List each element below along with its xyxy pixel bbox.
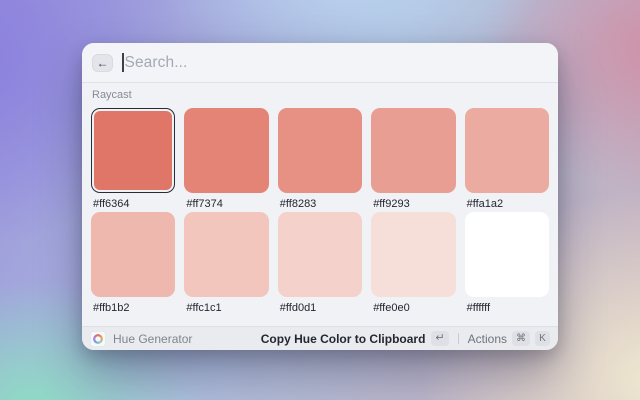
swatch-fill [278,212,362,297]
color-swatch[interactable] [184,212,268,297]
results-area: Raycast #ff6364 #ff7374 #ff8283 #ff9293 … [82,83,558,326]
swatch-fill [465,108,549,193]
color-swatch[interactable] [278,212,362,297]
primary-action-label: Copy Hue Color to Clipboard [261,332,426,346]
swatch-fill [94,111,172,190]
swatch-fill [184,108,268,193]
grid-cell: #ff7374 [184,108,268,212]
color-swatch[interactable] [465,212,549,297]
search-input[interactable]: Search... [122,43,548,82]
back-button[interactable]: ← [92,54,113,72]
back-arrow-icon: ← [97,56,109,70]
actions-label: Actions [468,332,507,346]
color-hex-label: #ffd0d1 [280,302,362,315]
swatch-fill [278,108,362,193]
action-bar: Hue Generator Copy Hue Color to Clipboar… [82,326,558,350]
color-hex-label: #ffb1b2 [93,302,175,315]
color-hex-label: #ff8283 [280,198,362,211]
footer-divider [458,333,459,344]
footer-actions: Copy Hue Color to Clipboard ↵ Actions ⌘ … [261,331,550,346]
grid-cell: #ffffff [465,212,549,316]
section-header: Raycast [92,89,549,102]
color-swatch[interactable] [278,108,362,193]
color-swatch[interactable] [91,212,175,297]
swatch-fill [371,212,455,297]
grid-cell: #ff6364 [91,108,175,212]
grid-cell: #ff9293 [371,108,455,212]
color-hex-label: #ffffff [467,302,549,315]
grid-cell: #ffd0d1 [278,212,362,316]
grid-cell: #ff8283 [278,108,362,212]
swatch-fill [465,212,549,297]
copy-hue-color-button[interactable]: Copy Hue Color to Clipboard ↵ [261,331,449,346]
grid-cell: #ffe0e0 [371,212,455,316]
search-placeholder: Search... [125,54,188,72]
color-swatch[interactable] [184,108,268,193]
swatch-fill [91,212,175,297]
text-cursor [122,53,124,72]
swatch-fill [184,212,268,297]
color-swatch[interactable] [371,108,455,193]
search-bar: ← Search... [82,43,558,83]
hue-generator-app-icon [90,331,106,347]
color-hex-label: #ff7374 [186,198,268,211]
color-swatch[interactable] [91,108,175,193]
color-hex-label: #ff6364 [93,198,175,211]
color-hex-label: #ffc1c1 [186,302,268,315]
actions-menu-button[interactable]: Actions ⌘ K [468,331,550,346]
grid-cell: #ffc1c1 [184,212,268,316]
color-swatch[interactable] [465,108,549,193]
color-hex-label: #ff9293 [373,198,455,211]
grid-cell: #ffa1a2 [465,108,549,212]
color-hex-label: #ffa1a2 [467,198,549,211]
color-hex-label: #ffe0e0 [373,302,455,315]
swatch-fill [371,108,455,193]
command-key-icon: ⌘ [512,331,530,346]
color-wheel-icon [93,334,103,344]
color-grid: #ff6364 #ff7374 #ff8283 #ff9293 #ffa1a2 … [91,108,549,316]
k-key-icon: K [535,331,550,346]
grid-cell: #ffb1b2 [91,212,175,316]
enter-key-icon: ↵ [431,331,448,346]
extension-chip: Hue Generator [90,331,192,347]
desktop-background: { "window": { "search": { "back_label": … [0,0,640,400]
extension-name: Hue Generator [113,332,192,346]
color-swatch[interactable] [371,212,455,297]
raycast-window: ← Search... Raycast #ff6364 #ff7374 #ff8… [82,43,558,350]
